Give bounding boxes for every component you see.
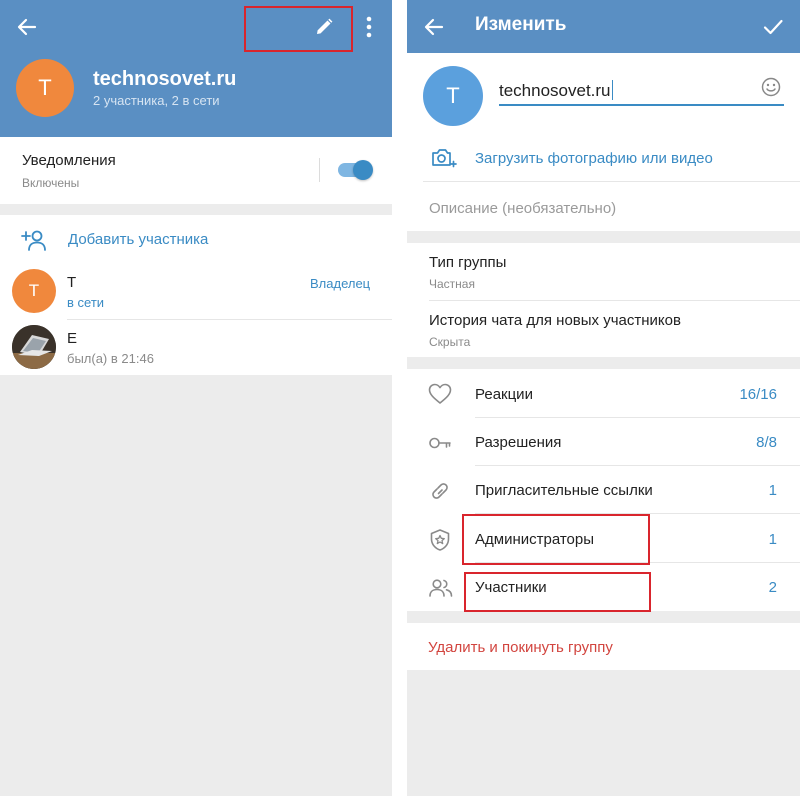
text-caret: [611, 80, 613, 100]
invite-links-label: Пригласительные ссылки: [475, 482, 653, 499]
group-info-screen: T technosovet.ru 2 участника, 2 в сети У…: [0, 0, 392, 796]
name-input-underline: [499, 104, 784, 106]
group-title: technosovet.ru: [93, 68, 237, 90]
key-icon: [428, 432, 452, 454]
reactions-value: 16/16: [739, 386, 777, 403]
edit-header: [407, 0, 800, 53]
edit-highlight-box: [244, 6, 353, 52]
edit-title: Изменить: [475, 14, 567, 35]
check-icon[interactable]: [762, 16, 784, 38]
users-icon: [428, 577, 454, 599]
member-name: T: [67, 274, 77, 291]
administrators-value: 1: [768, 531, 777, 548]
delete-and-leave-button[interactable]: Удалить и покинуть группу: [428, 639, 613, 657]
shield-star-icon: [428, 528, 452, 552]
group-type-label: Тип группы: [429, 254, 507, 271]
notifications-status: Включены: [22, 176, 80, 190]
edit-group-screen: Изменить T technosovet.ru Загрузить фото…: [407, 0, 800, 796]
notifications-toggle[interactable]: [338, 160, 373, 180]
notifications-row[interactable]: [0, 137, 392, 204]
section-divider: [423, 181, 800, 182]
back-arrow-icon[interactable]: [423, 16, 445, 38]
permissions-value: 8/8: [756, 434, 777, 451]
add-user-icon: [21, 229, 47, 251]
member-name: E: [67, 330, 78, 347]
group-subtitle: 2 участника, 2 в сети: [93, 93, 220, 108]
members-value: 2: [768, 579, 777, 596]
toggle-divider: [319, 158, 320, 182]
member-status: был(а) в 21:46: [67, 351, 154, 366]
back-arrow-icon[interactable]: [16, 16, 38, 38]
reactions-label: Реакции: [475, 386, 533, 403]
member-row[interactable]: [0, 264, 392, 320]
member-row[interactable]: [0, 320, 392, 375]
members-highlight-box: [464, 572, 651, 612]
group-type-value: Частная: [429, 277, 475, 291]
description-input[interactable]: Описание (необязательно): [429, 200, 616, 218]
administrators-highlight-box: [462, 514, 650, 565]
member-status: в сети: [67, 295, 105, 310]
member-avatar[interactable]: T: [12, 269, 56, 313]
link-icon: [428, 480, 452, 502]
more-vertical-icon[interactable]: [366, 16, 372, 38]
member-avatar-photo[interactable]: [12, 325, 56, 369]
permissions-label: Разрешения: [475, 434, 562, 451]
group-avatar[interactable]: T: [423, 66, 483, 126]
heart-icon: [428, 383, 452, 405]
owner-badge: Владелец: [310, 276, 371, 291]
group-name-value: technosovet.ru: [499, 81, 611, 100]
group-name-input[interactable]: technosovet.ru: [499, 80, 613, 101]
history-label: История чата для новых участников: [429, 312, 681, 329]
pencil-icon[interactable]: [314, 17, 334, 37]
add-member-button[interactable]: Добавить участника: [68, 231, 208, 249]
history-value: Скрыта: [429, 335, 471, 349]
toggle-knob: [353, 160, 373, 180]
invite-links-value: 1: [768, 482, 777, 499]
upload-photo-button[interactable]: Загрузить фотографию или видео: [475, 150, 713, 168]
laptop-photo-icon: [12, 325, 56, 369]
smile-icon[interactable]: [761, 77, 781, 97]
group-avatar[interactable]: T: [16, 59, 74, 117]
notifications-label: Уведомления: [22, 152, 116, 169]
camera-plus-icon: [431, 147, 457, 169]
